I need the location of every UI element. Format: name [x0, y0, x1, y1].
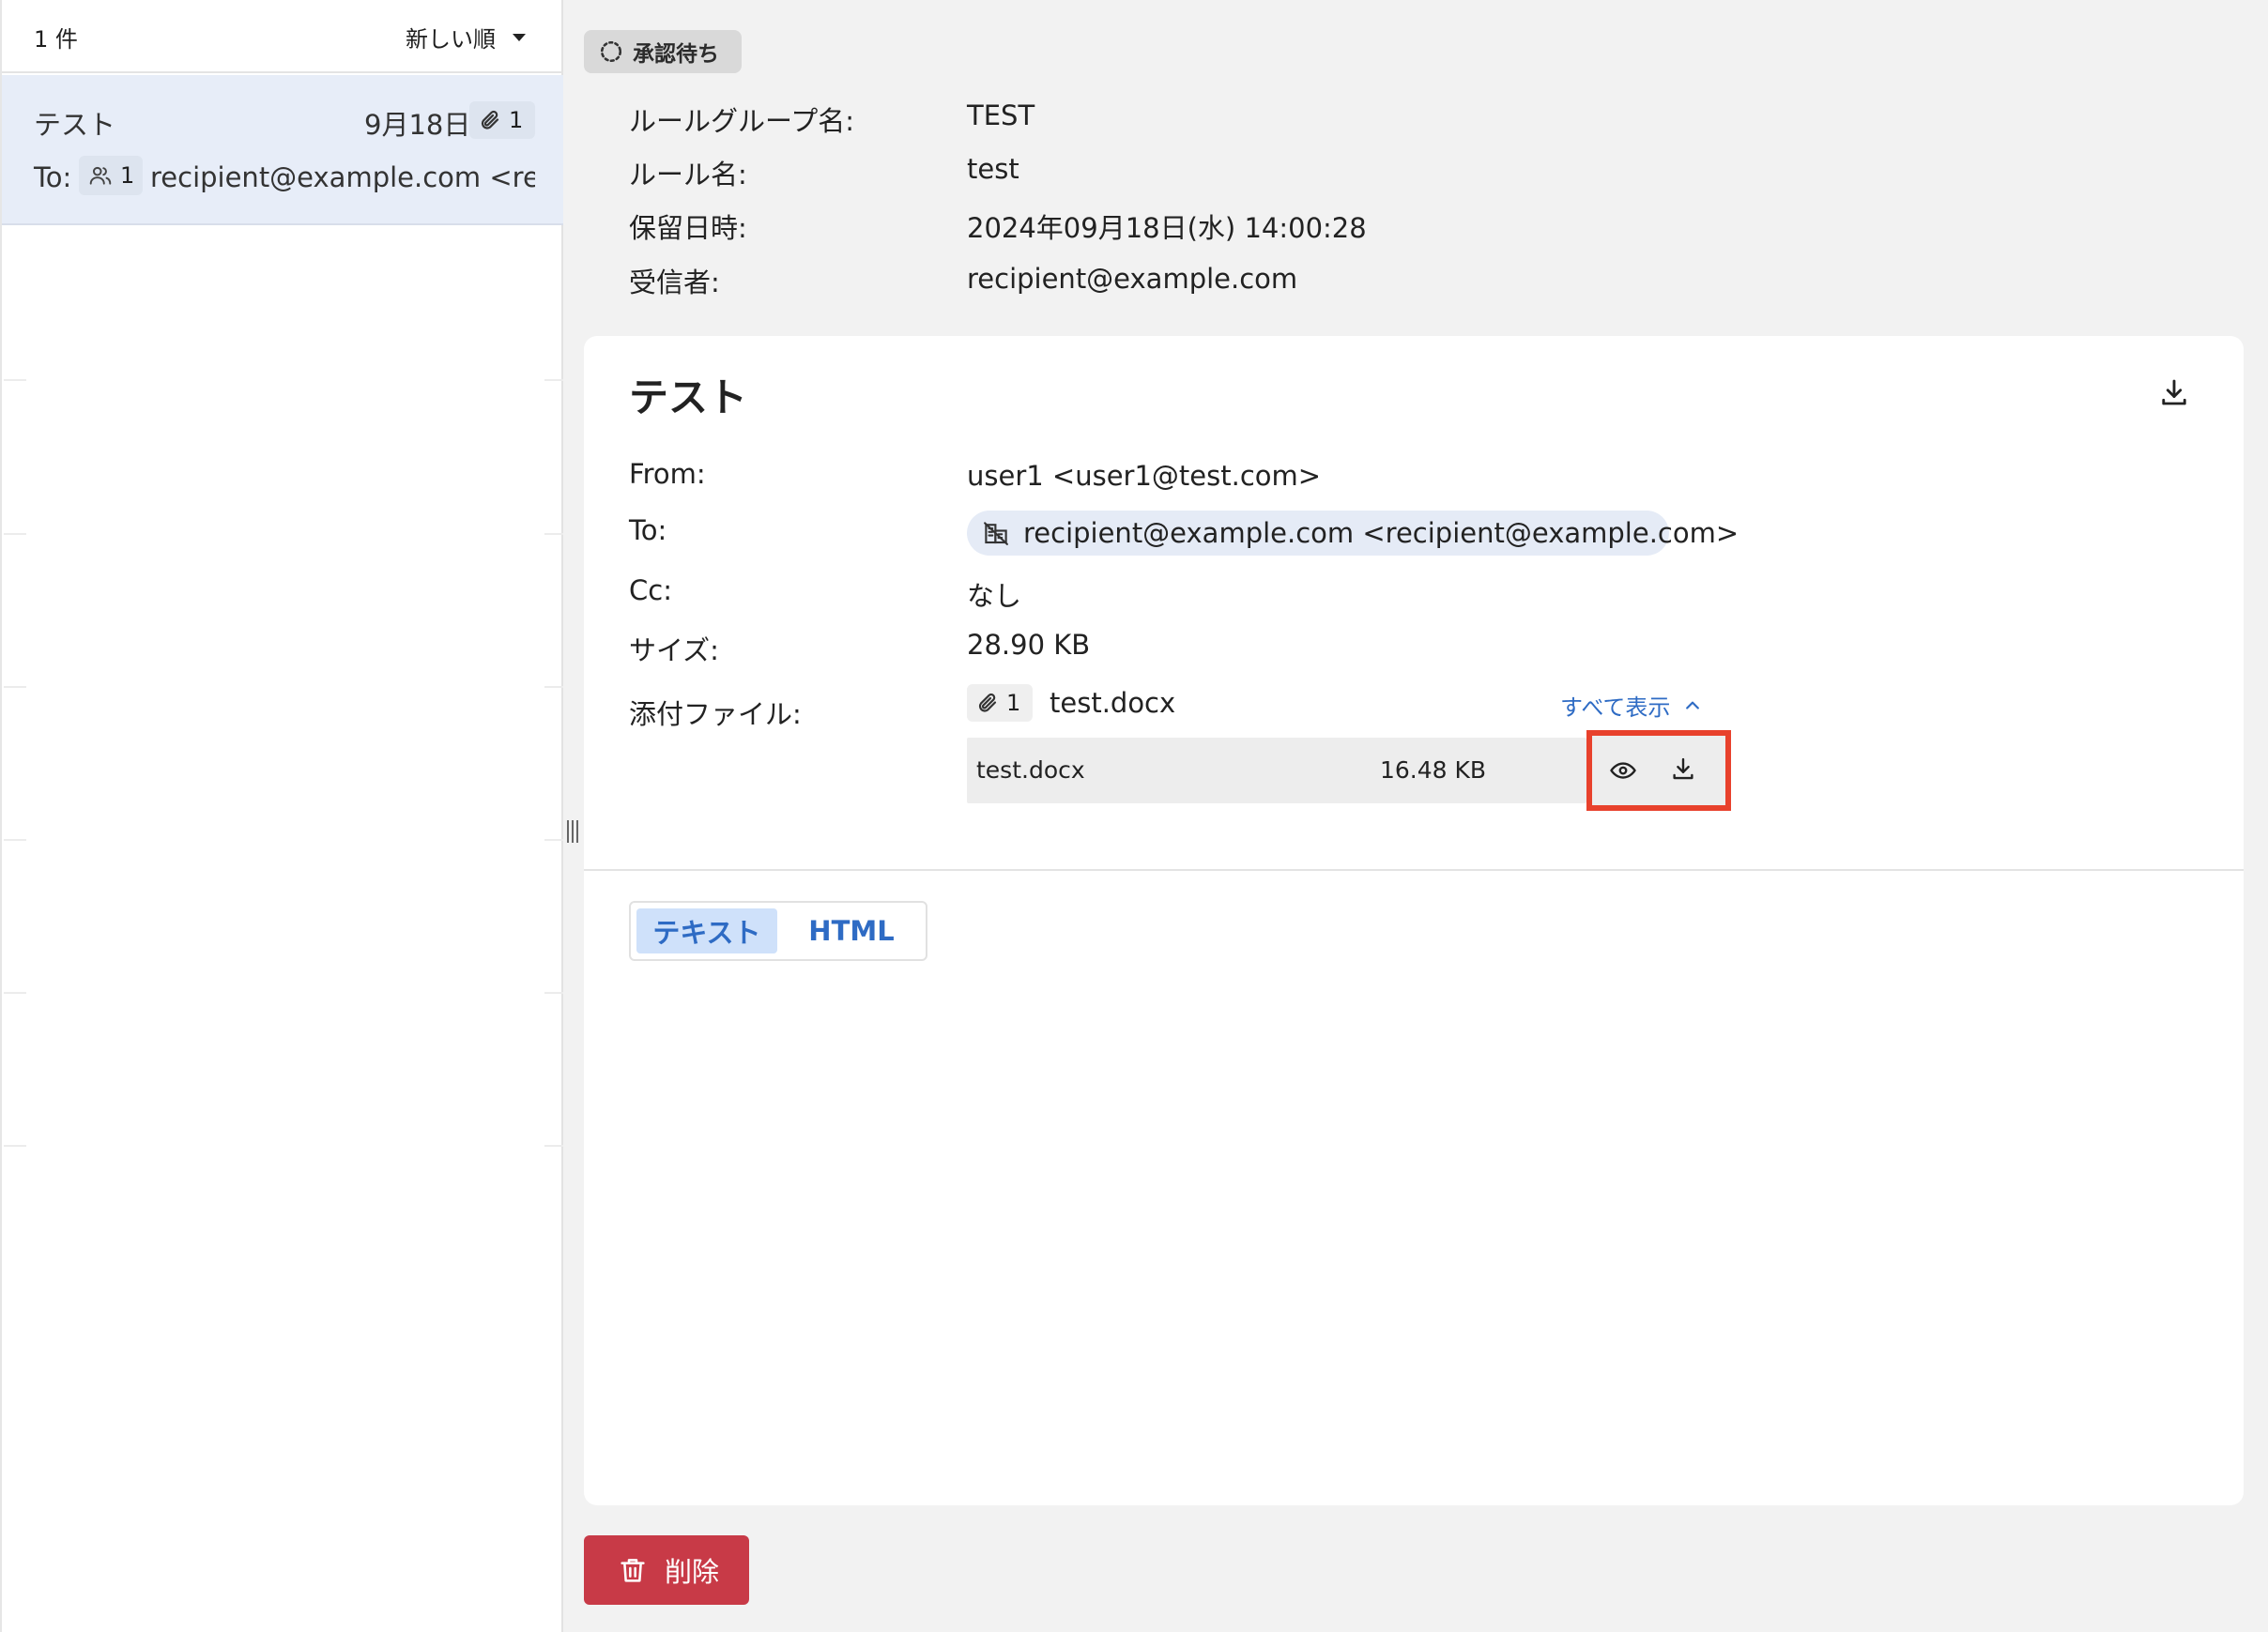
row-separator [4, 686, 26, 688]
chevron-up-icon [1683, 696, 1702, 715]
sort-dropdown[interactable]: 新しい順 [406, 21, 526, 53]
status-badge: 承認待ち [584, 30, 742, 73]
paperclip-icon [976, 692, 999, 714]
held-at-label: 保留日時: [629, 212, 747, 244]
paperclip-icon [479, 109, 501, 131]
row-separator [4, 533, 26, 535]
sort-label: 新しい順 [406, 26, 496, 53]
tab-text[interactable]: テキスト [636, 908, 777, 953]
result-count: 1 件 [34, 26, 78, 53]
mail-detail-card: テスト From: user1 <user1@test.com> To: rec… [584, 336, 2244, 1505]
list-item-to-label: To: [34, 161, 72, 193]
held-at-value: 2024年09月18日(水) 14:00:28 [967, 212, 1367, 244]
delete-label: 削除 [665, 1556, 720, 1588]
rule-group-value: TEST [967, 99, 1035, 131]
file-name: test.docx [976, 756, 1085, 784]
file-size: 16.48 KB [1380, 756, 1487, 784]
row-separator [544, 379, 563, 381]
divider [584, 869, 2244, 871]
size-value: 28.90 KB [967, 629, 1091, 661]
attachments-label: 添付ファイル: [629, 698, 802, 730]
domain-off-icon [982, 519, 1010, 547]
rule-name-label: ルール名: [629, 159, 747, 191]
mail-subject: テスト [629, 374, 748, 420]
row-separator [4, 379, 26, 381]
recipient-count-badge: 1 [79, 156, 143, 195]
row-separator [4, 992, 26, 994]
attachment-file-row: test.docx 16.48 KB [967, 738, 1586, 803]
to-label: To: [629, 514, 667, 546]
attachment-count-badge: 1 [469, 101, 535, 139]
from-value: user1 <user1@test.com> [967, 460, 1322, 492]
status-label: 承認待ち [633, 42, 719, 67]
row-separator [4, 1145, 26, 1147]
users-icon [88, 163, 113, 188]
list-item-recipient: recipient@example.com <rec... [150, 161, 535, 193]
download-icon[interactable] [2157, 375, 2191, 409]
row-separator [544, 839, 563, 841]
rule-name-value: test [967, 153, 1019, 185]
row-separator [544, 992, 563, 994]
show-all-toggle[interactable]: すべて表示 [1560, 689, 1702, 722]
row-separator [544, 533, 563, 535]
pane-resize-handle[interactable] [567, 820, 582, 843]
to-value: recipient@example.com <recipient@example… [1023, 517, 1739, 549]
row-separator [4, 839, 26, 841]
download-icon[interactable] [1669, 755, 1697, 783]
size-label: サイズ: [629, 634, 719, 666]
from-label: From: [629, 458, 706, 490]
pending-spinner-icon [599, 39, 623, 64]
cc-label: Cc: [629, 574, 672, 606]
attachment-count: 1 [1006, 690, 1021, 716]
list-item-subject: テスト [34, 109, 116, 141]
recipient-label: 受信者: [629, 267, 720, 298]
tab-html[interactable]: HTML [790, 908, 912, 953]
recipient-count: 1 [120, 162, 135, 189]
trash-icon [618, 1555, 648, 1585]
recipient-value: recipient@example.com [967, 263, 1298, 295]
row-separator [544, 686, 563, 688]
show-all-label: すべて表示 [1560, 694, 1671, 721]
attachment-count: 1 [509, 107, 524, 133]
list-item-date: 9月18日 [364, 109, 471, 141]
delete-button[interactable]: 削除 [584, 1535, 749, 1605]
attachment-summary: test.docx [1050, 687, 1176, 719]
body-view-toggle: テキスト HTML [629, 901, 927, 961]
row-separator [544, 1145, 563, 1147]
rule-group-label: ルールグループ名: [629, 105, 855, 137]
mail-list-pane: 1 件 新しい順 テスト 9月18日 1 To: 1 recipient@exa… [0, 0, 563, 1632]
attachment-count-badge: 1 [967, 684, 1033, 722]
caret-down-icon [513, 33, 526, 41]
list-header: 1 件 新しい順 [2, 0, 563, 73]
cc-value: なし [967, 580, 1022, 612]
eye-icon[interactable] [1609, 756, 1637, 785]
list-item[interactable]: テスト 9月18日 1 To: 1 recipient@example.com … [2, 75, 563, 225]
to-recipient-chip[interactable]: recipient@example.com <recipient@example… [967, 511, 1739, 556]
